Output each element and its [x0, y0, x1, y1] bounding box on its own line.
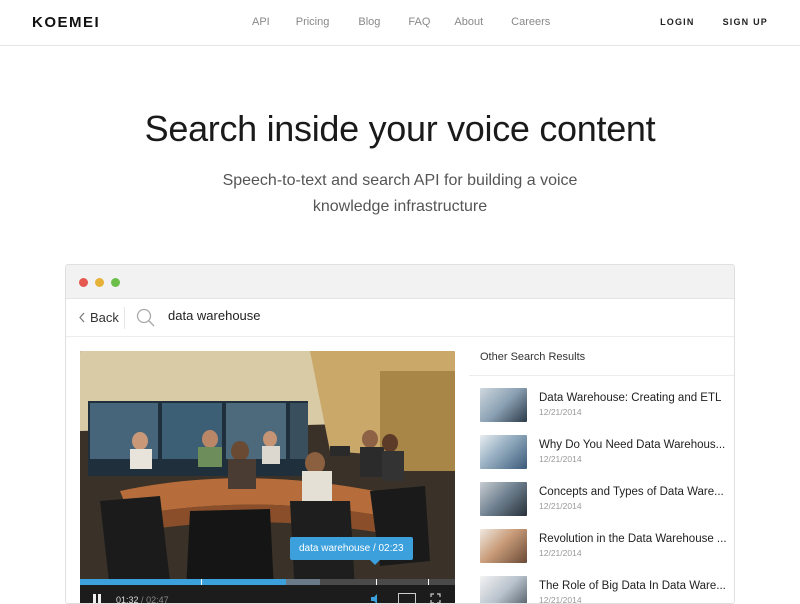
video-player[interactable]: data warehouse / 02:23 01:32 / 02:47: [80, 351, 455, 604]
nav-link-about[interactable]: About: [454, 16, 483, 28]
signup-link[interactable]: SIGN UP: [723, 17, 768, 27]
result-thumbnail[interactable]: [480, 482, 527, 516]
nav-link-api[interactable]: API: [252, 16, 270, 28]
minimize-window-dot[interactable]: [95, 278, 104, 287]
back-button[interactable]: Back: [78, 310, 119, 325]
hero-subtitle-line1: Speech-to-text and search API for buildi…: [222, 172, 578, 189]
search-hit-tooltip[interactable]: data warehouse / 02:23: [290, 537, 413, 565]
login-link[interactable]: LOGIN: [660, 17, 695, 27]
maximize-window-dot[interactable]: [111, 278, 120, 287]
logo[interactable]: KOEMEI: [32, 14, 100, 31]
video-controls: 01:32 / 02:47: [80, 585, 455, 604]
result-title[interactable]: The Role of Big Data In Data Ware...: [539, 580, 729, 592]
result-title[interactable]: Data Warehouse: Creating and ETL: [539, 392, 729, 404]
nav-links: API Pricing Blog FAQ About Careers: [240, 16, 550, 28]
search-bar: Back: [66, 299, 734, 337]
result-item[interactable]: Why Do You Need Data Warehous... 12/21/2…: [469, 423, 734, 470]
nav-link-pricing[interactable]: Pricing: [296, 16, 330, 28]
top-navbar: KOEMEI API Pricing Blog FAQ About Career…: [0, 0, 800, 46]
nav-auth: LOGIN SIGN UP: [660, 17, 768, 27]
hero-title: Search inside your voice content: [144, 108, 656, 149]
nav-link-faq[interactable]: FAQ: [408, 16, 430, 28]
chevron-left-icon: [79, 312, 85, 323]
hero-subtitle-line2: knowledge infrastructure: [312, 198, 488, 215]
results-heading: Other Search Results: [469, 339, 734, 376]
result-thumbnail[interactable]: [480, 388, 527, 422]
result-item[interactable]: Data Warehouse: Creating and ETL 12/21/2…: [469, 376, 734, 423]
nav-link-blog[interactable]: Blog: [358, 16, 380, 28]
result-title[interactable]: Why Do You Need Data Warehous...: [539, 439, 729, 451]
hero-subtitle: Speech-to-text and search API for buildi…: [200, 168, 600, 220]
result-title[interactable]: Revolution in the Data Warehouse ...: [539, 533, 729, 545]
result-thumbnail[interactable]: [480, 529, 527, 563]
fullscreen-icon[interactable]: [430, 593, 441, 604]
result-item[interactable]: The Role of Big Data In Data Ware... 12/…: [469, 564, 734, 603]
video-frame-meeting-room: [80, 351, 455, 603]
result-thumbnail[interactable]: [480, 435, 527, 469]
back-label: Back: [90, 310, 119, 325]
search-icon: [136, 308, 155, 327]
divider: [124, 307, 125, 329]
close-window-dot[interactable]: [79, 278, 88, 287]
result-item[interactable]: Revolution in the Data Warehouse ... 12/…: [469, 517, 734, 564]
pause-icon[interactable]: [92, 594, 102, 604]
result-date: 12/21/2014: [539, 407, 582, 417]
volume-icon[interactable]: [370, 593, 382, 604]
result-date: 12/21/2014: [539, 454, 582, 464]
app-demo-window: Back data warehouse data warehouse / 02:…: [65, 264, 735, 604]
result-title[interactable]: Concepts and Types of Data Ware...: [539, 486, 729, 498]
window-titlebar: [66, 265, 734, 299]
result-item[interactable]: Concepts and Types of Data Ware... 12/21…: [469, 470, 734, 517]
other-search-results: Other Search Results Data Warehouse: Cre…: [469, 339, 734, 603]
search-input[interactable]: [168, 308, 468, 323]
captions-icon[interactable]: [398, 593, 416, 604]
result-date: 12/21/2014: [539, 501, 582, 511]
result-date: 12/21/2014: [539, 548, 582, 558]
nav-link-careers[interactable]: Careers: [511, 16, 550, 28]
